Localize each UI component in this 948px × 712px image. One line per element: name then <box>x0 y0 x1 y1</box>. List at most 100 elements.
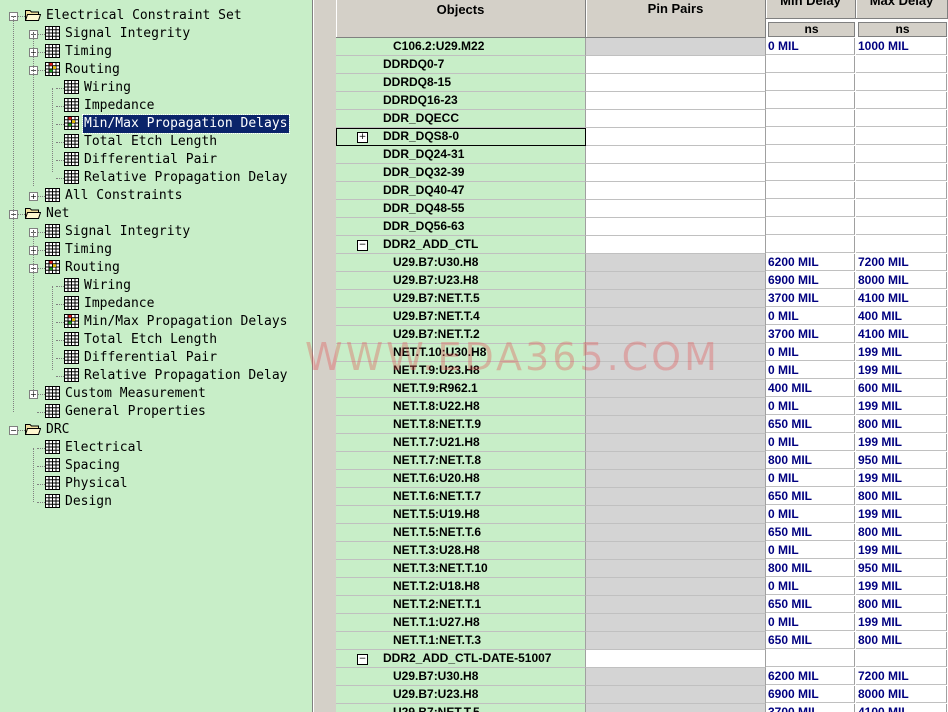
table-row[interactable]: NET.T.8:NET.T.9 650 MIL 800 MIL <box>336 416 948 434</box>
table-row[interactable]: DDRDQ16-23 <box>336 92 948 110</box>
tree-item-wiring[interactable]: Wiring <box>0 79 312 97</box>
tree-item-electrical-constraint-set[interactable]: − Electrical Constraint Set <box>0 7 312 25</box>
tree-item-net[interactable]: − Net <box>0 205 312 223</box>
max-delay-cell[interactable]: 199 MIL <box>856 398 947 415</box>
tree-item-timing[interactable]: + Timing <box>0 43 312 61</box>
max-delay-cell[interactable] <box>856 92 947 109</box>
tree-item-min-max-propagation-delays[interactable]: Min/Max Propagation Delays <box>0 313 312 331</box>
tree-item-routing[interactable]: − Routing <box>0 61 312 79</box>
min-delay-cell[interactable]: 6200 MIL <box>766 668 855 685</box>
max-delay-cell[interactable]: 7200 MIL <box>856 254 947 271</box>
collapse-icon[interactable]: − <box>357 654 368 665</box>
min-delay-cell[interactable] <box>766 146 855 163</box>
object-cell[interactable]: NET.T.1:U27.H8 <box>336 614 586 632</box>
min-delay-cell[interactable]: 3700 MIL <box>766 704 855 712</box>
object-cell[interactable]: NET.T.7:U21.H8 <box>336 434 586 452</box>
min-delay-cell[interactable]: 0 MIL <box>766 344 855 361</box>
max-delay-cell[interactable]: 199 MIL <box>856 434 947 451</box>
object-cell[interactable]: U29.B7:NET.T.5 <box>336 290 586 308</box>
table-row[interactable]: DDR_DQECC <box>336 110 948 128</box>
max-delay-cell[interactable]: 199 MIL <box>856 578 947 595</box>
pin-pairs-cell[interactable] <box>586 542 766 560</box>
table-row[interactable]: NET.T.7:NET.T.8 800 MIL 950 MIL <box>336 452 948 470</box>
object-cell[interactable]: NET.T.2:NET.T.1 <box>336 596 586 614</box>
pin-pairs-cell[interactable] <box>586 416 766 434</box>
min-delay-cell[interactable]: 400 MIL <box>766 380 855 397</box>
pin-pairs-cell[interactable] <box>586 506 766 524</box>
tree-item-electrical[interactable]: Electrical <box>0 439 312 457</box>
object-cell[interactable]: NET.T.1:NET.T.3 <box>336 632 586 650</box>
tree-item-drc[interactable]: − DRC <box>0 421 312 439</box>
header-max-delay[interactable]: Max Delay <box>856 0 948 19</box>
table-row[interactable]: DDR_DQ32-39 <box>336 164 948 182</box>
pin-pairs-cell[interactable] <box>586 182 766 200</box>
max-delay-cell[interactable] <box>856 74 947 91</box>
min-delay-cell[interactable]: 650 MIL <box>766 488 855 505</box>
object-cell[interactable]: + DDR_DQS8-0 <box>336 128 586 146</box>
max-delay-cell[interactable] <box>856 236 947 253</box>
object-cell[interactable]: DDR_DQ56-63 <box>336 218 586 236</box>
min-delay-cell[interactable]: 0 MIL <box>766 434 855 451</box>
object-cell[interactable]: NET.T.8:U22.H8 <box>336 398 586 416</box>
max-delay-cell[interactable]: 8000 MIL <box>856 686 947 703</box>
max-delay-cell[interactable] <box>856 146 947 163</box>
table-row[interactable]: NET.T.5:U19.H8 0 MIL 199 MIL <box>336 506 948 524</box>
min-delay-cell[interactable]: 800 MIL <box>766 560 855 577</box>
table-row[interactable]: NET.T.3:NET.T.10 800 MIL 950 MIL <box>336 560 948 578</box>
min-delay-cell[interactable] <box>766 92 855 109</box>
pin-pairs-cell[interactable] <box>586 308 766 326</box>
tree-item-differential-pair[interactable]: Differential Pair <box>0 349 312 367</box>
tree-item-routing[interactable]: − Routing <box>0 259 312 277</box>
object-cell[interactable]: NET.T.6:NET.T.7 <box>336 488 586 506</box>
table-row[interactable]: U29.B7:U23.H8 6900 MIL 8000 MIL <box>336 272 948 290</box>
min-delay-cell[interactable]: 650 MIL <box>766 596 855 613</box>
max-delay-cell[interactable]: 4100 MIL <box>856 290 947 307</box>
tree-item-wiring[interactable]: Wiring <box>0 277 312 295</box>
table-row[interactable]: U29.B7:NET.T.5 3700 MIL 4100 MIL <box>336 290 948 308</box>
table-row[interactable]: U29.B7:U30.H8 6200 MIL 7200 MIL <box>336 254 948 272</box>
min-delay-cell[interactable]: 3700 MIL <box>766 326 855 343</box>
table-row[interactable]: + DDR_DQS8-0 <box>336 128 948 146</box>
max-delay-cell[interactable]: 800 MIL <box>856 596 947 613</box>
table-row[interactable]: U29.B7:NET.T.5 3700 MIL 4100 MIL <box>336 704 948 712</box>
constraint-tree-panel[interactable]: − Electrical Constraint Set + Signal Integr… <box>0 0 313 712</box>
min-delay-cell[interactable] <box>766 56 855 73</box>
min-delay-cell[interactable]: 0 MIL <box>766 38 855 55</box>
min-delay-cell[interactable]: 6900 MIL <box>766 272 855 289</box>
table-row[interactable]: C106.2:U29.M22 0 MIL 1000 MIL <box>336 38 948 56</box>
min-delay-cell[interactable] <box>766 110 855 127</box>
table-row[interactable]: − DDR2_ADD_CTL-DATE-51007 <box>336 650 948 668</box>
pin-pairs-cell[interactable] <box>586 596 766 614</box>
pin-pairs-cell[interactable] <box>586 146 766 164</box>
max-delay-cell[interactable]: 600 MIL <box>856 380 947 397</box>
table-row[interactable]: NET.T.8:U22.H8 0 MIL 199 MIL <box>336 398 948 416</box>
object-cell[interactable]: U29.B7:U23.H8 <box>336 272 586 290</box>
object-cell[interactable]: NET.T.7:NET.T.8 <box>336 452 586 470</box>
object-cell[interactable]: DDR_DQ40-47 <box>336 182 586 200</box>
min-delay-cell[interactable]: 650 MIL <box>766 632 855 649</box>
min-delay-cell[interactable] <box>766 200 855 217</box>
table-row[interactable]: DDR_DQ40-47 <box>336 182 948 200</box>
pin-pairs-cell[interactable] <box>586 380 766 398</box>
max-delay-cell[interactable] <box>856 218 947 235</box>
min-delay-cell[interactable]: 0 MIL <box>766 362 855 379</box>
header-pin-pairs[interactable]: Pin Pairs <box>586 0 766 38</box>
object-cell[interactable]: U29.B7:U30.H8 <box>336 254 586 272</box>
min-delay-cell[interactable] <box>766 218 855 235</box>
max-delay-cell[interactable] <box>856 200 947 217</box>
max-delay-cell[interactable]: 199 MIL <box>856 506 947 523</box>
min-delay-cell[interactable] <box>766 128 855 145</box>
table-row[interactable]: NET.T.2:U18.H8 0 MIL 199 MIL <box>336 578 948 596</box>
pin-pairs-cell[interactable] <box>586 488 766 506</box>
min-delay-cell[interactable]: 0 MIL <box>766 506 855 523</box>
min-delay-cell[interactable]: 650 MIL <box>766 524 855 541</box>
min-delay-cell[interactable]: 0 MIL <box>766 542 855 559</box>
min-delay-cell[interactable]: 0 MIL <box>766 614 855 631</box>
max-delay-cell[interactable]: 400 MIL <box>856 308 947 325</box>
max-delay-cell[interactable] <box>856 164 947 181</box>
max-delay-cell[interactable]: 4100 MIL <box>856 326 947 343</box>
max-delay-cell[interactable]: 800 MIL <box>856 632 947 649</box>
table-row[interactable]: U29.B7:U30.H8 6200 MIL 7200 MIL <box>336 668 948 686</box>
object-cell[interactable]: NET.T.5:NET.T.6 <box>336 524 586 542</box>
max-delay-unit[interactable]: ns <box>858 22 947 37</box>
